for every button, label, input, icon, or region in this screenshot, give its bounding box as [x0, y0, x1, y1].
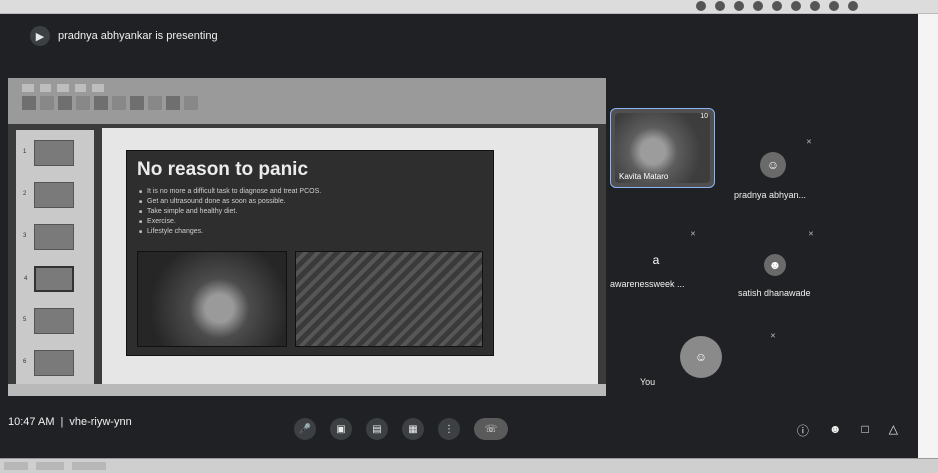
thumbnail-number: 2 — [23, 191, 27, 197]
tool-icon — [40, 96, 54, 110]
captions-icon[interactable]: ▤ — [366, 418, 388, 440]
ribbon-tab — [57, 84, 69, 92]
puzzle-icon[interactable] — [829, 1, 839, 11]
participant-count-badge: 10 — [700, 113, 708, 120]
extension-icon[interactable] — [810, 1, 820, 11]
slide-thumbnail: 6 — [23, 350, 74, 376]
mic-off-icon: ✕ — [808, 231, 814, 238]
slide-image — [137, 251, 287, 347]
avatar[interactable]: ☺ — [680, 336, 722, 378]
shared-screen: 1 2 3 4 5 6 No reason to panic It is no … — [8, 78, 606, 396]
thumbnail-number: 6 — [23, 359, 27, 365]
slide-bullets: It is no more a difficult task to diagno… — [139, 187, 321, 237]
slide-thumbnail-pane: 1 2 3 4 5 6 — [16, 130, 94, 384]
ribbon-tab — [39, 84, 52, 92]
participant-name-self: You — [640, 377, 656, 387]
mic-off-icon: ✕ — [690, 231, 696, 238]
powerpoint-ribbon — [8, 78, 606, 124]
participant-name: Kavita Mataro — [619, 172, 669, 181]
bullet-item: Take simple and healthy diet. — [139, 207, 321, 217]
chat-icon[interactable]: □ — [862, 422, 869, 439]
tool-icon — [94, 96, 108, 110]
ribbon-tools — [22, 96, 198, 110]
avatar[interactable]: ☻ — [764, 254, 786, 276]
thumbnail-number: 5 — [23, 317, 27, 323]
tool-icon — [148, 96, 162, 110]
tool-icon — [22, 96, 36, 110]
camera-off-icon[interactable]: ▣ — [330, 418, 352, 440]
tool-icon — [76, 96, 90, 110]
activities-icon[interactable]: △ — [889, 422, 898, 439]
presenting-text: pradnya abhyankar is presenting — [58, 30, 218, 42]
thumbnail-number: 4 — [24, 276, 28, 282]
call-controls: 🎤 ▣ ▤ ▦ ⋮ ☏ — [294, 418, 508, 440]
extension-icon[interactable] — [791, 1, 801, 11]
avatar[interactable]: ☺ — [760, 152, 786, 178]
extension-icons — [696, 1, 858, 11]
thumbnail-number: 3 — [23, 233, 27, 239]
info-icon[interactable]: ⓘ — [797, 422, 809, 439]
ribbon-tab — [74, 84, 87, 92]
slide-thumbnail: 5 — [23, 308, 74, 334]
present-icon[interactable]: ▦ — [402, 418, 424, 440]
meeting-code: vhe-riyw-ynn — [69, 416, 132, 428]
bullet-item: It is no more a difficult task to diagno… — [139, 187, 321, 197]
mic-off-icon[interactable]: 🎤 — [294, 418, 316, 440]
tool-icon — [130, 96, 144, 110]
tool-icon — [184, 96, 198, 110]
slide-thumbnail: 1 — [23, 140, 74, 166]
meeting-time: 10:47 AM — [8, 416, 55, 428]
tool-icon — [58, 96, 72, 110]
ribbon-tab — [22, 84, 34, 92]
leave-call-icon[interactable]: ☏ — [474, 418, 508, 440]
slide-thumbnail-selected: 4 — [24, 266, 74, 292]
participant-name: satish dhanawade — [738, 288, 811, 298]
avatar[interactable]: a — [646, 250, 666, 270]
mic-off-icon: ✕ — [770, 333, 776, 340]
current-slide: No reason to panic It is no more a diffi… — [126, 150, 494, 356]
bullet-item: Lifestyle changes. — [139, 227, 321, 237]
participant-name: awarenessweek ... — [610, 279, 685, 289]
slide-title: No reason to panic — [137, 159, 309, 180]
mic-off-icon: ✕ — [806, 139, 812, 146]
meeting-info: 10:47 AM | vhe-riyw-ynn — [8, 416, 132, 428]
slide-thumbnail: 3 — [23, 224, 74, 250]
meeting-side-controls: ⓘ ☻ □ △ — [797, 422, 898, 439]
taskbar-item[interactable] — [4, 462, 28, 470]
people-icon[interactable]: ☻ — [829, 422, 842, 439]
taskbar-item[interactable] — [35, 462, 65, 470]
more-options-icon[interactable]: ⋮ — [438, 418, 460, 440]
tool-icon — [112, 96, 126, 110]
extension-icon[interactable] — [734, 1, 744, 11]
ribbon-tabs — [22, 84, 104, 92]
ribbon-tab — [92, 84, 104, 92]
taskbar-item[interactable] — [72, 462, 107, 470]
slide-thumbnail: 2 — [23, 182, 74, 208]
presenting-banner: ▶ pradnya abhyankar is presenting — [30, 26, 218, 46]
bullet-item: Get an ultrasound done as soon as possib… — [139, 197, 321, 207]
powerpoint-status-bar — [8, 384, 606, 396]
profile-avatar[interactable] — [848, 1, 858, 11]
extension-icon[interactable] — [772, 1, 782, 11]
os-taskbar — [0, 458, 938, 473]
meeting-window: ▶ pradnya abhyankar is presenting 1 2 3 … — [0, 14, 918, 458]
slide-editor-area: No reason to panic It is no more a diffi… — [102, 128, 598, 384]
meeting-separator: | — [60, 416, 64, 428]
thumbnail-number: 1 — [23, 149, 27, 155]
bullet-item: Exercise. — [139, 217, 321, 227]
bookmark-icon[interactable] — [696, 1, 706, 11]
slide-image — [295, 251, 483, 347]
participant-name: pradnya abhyan... — [734, 190, 807, 200]
participant-tile-kavita[interactable]: 10 Kavita Mataro — [610, 108, 715, 188]
extension-icon[interactable] — [753, 1, 763, 11]
browser-toolbar — [0, 0, 938, 14]
tool-icon — [166, 96, 180, 110]
star-icon[interactable] — [715, 1, 725, 11]
present-icon: ▶ — [30, 26, 50, 46]
